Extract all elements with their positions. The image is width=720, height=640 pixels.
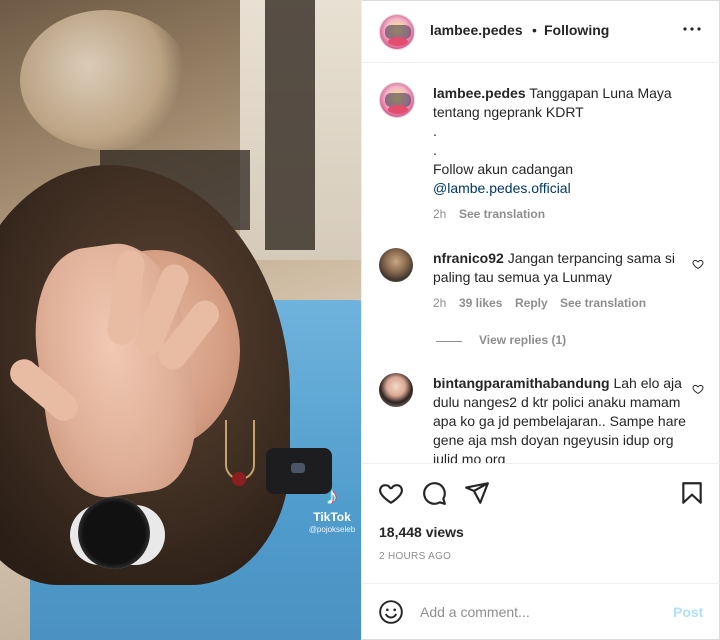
post-timestamp[interactable]: 2 HOURS AGO bbox=[379, 551, 451, 562]
background-door bbox=[265, 0, 315, 250]
reply-button[interactable]: Reply bbox=[515, 296, 548, 310]
caption-time[interactable]: 2h bbox=[433, 207, 446, 221]
caption-see-translation[interactable]: See translation bbox=[459, 207, 545, 221]
comment-see-translation[interactable]: See translation bbox=[560, 296, 646, 310]
comment-text: nfranico92 Jangan terpancing sama si pal… bbox=[433, 249, 693, 287]
caption-mention-link[interactable]: @lambe.pedes.official bbox=[433, 180, 571, 196]
avatar-art bbox=[388, 37, 408, 46]
view-replies-button[interactable]: View replies (1) bbox=[479, 333, 566, 347]
like-heart-icon[interactable] bbox=[378, 480, 404, 506]
comment-see-translation-label[interactable]: See translation bbox=[560, 296, 646, 310]
caption-line: Follow akun cadangan bbox=[433, 161, 574, 177]
following-button[interactable]: Following bbox=[544, 22, 609, 38]
tiktok-wordmark: TikTok bbox=[313, 510, 351, 524]
replies-divider bbox=[436, 341, 462, 342]
add-comment-bar: Post bbox=[362, 583, 720, 640]
tiktok-logo-icon: ♪ bbox=[326, 483, 338, 510]
reply-label[interactable]: Reply bbox=[515, 296, 548, 310]
post-actions: 18,448 views 2 HOURS AGO bbox=[362, 463, 720, 583]
more-options-icon[interactable] bbox=[680, 17, 704, 41]
comment-text: bintangparamithabandung Lah elo aja dulu… bbox=[433, 374, 693, 463]
avatar-art bbox=[388, 105, 408, 114]
caption-line: . bbox=[433, 123, 437, 139]
comment-bubble-icon[interactable] bbox=[421, 480, 447, 506]
emoji-smiley-icon[interactable] bbox=[378, 599, 404, 625]
tiktok-watermark: ♪ TikTok @pojokseleb bbox=[306, 484, 358, 535]
background-plant bbox=[20, 10, 190, 150]
author-username[interactable]: lambee.pedes bbox=[430, 22, 523, 38]
post-comment-button[interactable]: Post bbox=[673, 604, 703, 620]
comment-time[interactable]: 2h bbox=[433, 296, 446, 310]
caption-username[interactable]: lambee.pedes bbox=[433, 85, 526, 101]
comment-likes-label[interactable]: 39 likes bbox=[459, 296, 502, 310]
author-avatar[interactable] bbox=[379, 14, 415, 50]
post-video[interactable]: ♪ TikTok @pojokseleb bbox=[0, 0, 361, 640]
commenter-avatar[interactable] bbox=[379, 373, 413, 407]
like-comment-heart-icon[interactable] bbox=[692, 258, 704, 270]
share-send-icon[interactable] bbox=[464, 480, 490, 506]
commenter-avatar[interactable] bbox=[379, 248, 413, 282]
microphone-light bbox=[291, 463, 305, 473]
save-bookmark-icon[interactable] bbox=[679, 480, 705, 506]
comment-likes[interactable]: 39 likes bbox=[459, 296, 502, 310]
caption-see-translation-label[interactable]: See translation bbox=[459, 207, 545, 221]
caption-text: lambee.pedes Tanggapan Luna Maya tentang… bbox=[433, 84, 695, 198]
tiktok-handle: @pojokseleb bbox=[308, 525, 356, 534]
like-comment-heart-icon[interactable] bbox=[692, 383, 704, 395]
view-count[interactable]: 18,448 views bbox=[379, 524, 464, 540]
caption-line: . bbox=[433, 142, 437, 158]
necklace-pendant bbox=[232, 472, 246, 486]
comment-input[interactable] bbox=[420, 600, 660, 624]
commenter-username[interactable]: bintangparamithabandung bbox=[433, 375, 610, 391]
caption-avatar[interactable] bbox=[379, 82, 415, 118]
comments-list[interactable]: lambee.pedes Tanggapan Luna Maya tentang… bbox=[362, 64, 720, 463]
smartwatch bbox=[78, 497, 150, 569]
post-header: lambee.pedes • Following bbox=[362, 0, 720, 63]
commenter-username[interactable]: nfranico92 bbox=[433, 250, 504, 266]
header-separator: • bbox=[532, 22, 537, 38]
person-necklace bbox=[225, 420, 255, 480]
post-side-panel: lambee.pedes • Following lambee.pedes Ta… bbox=[361, 0, 720, 640]
